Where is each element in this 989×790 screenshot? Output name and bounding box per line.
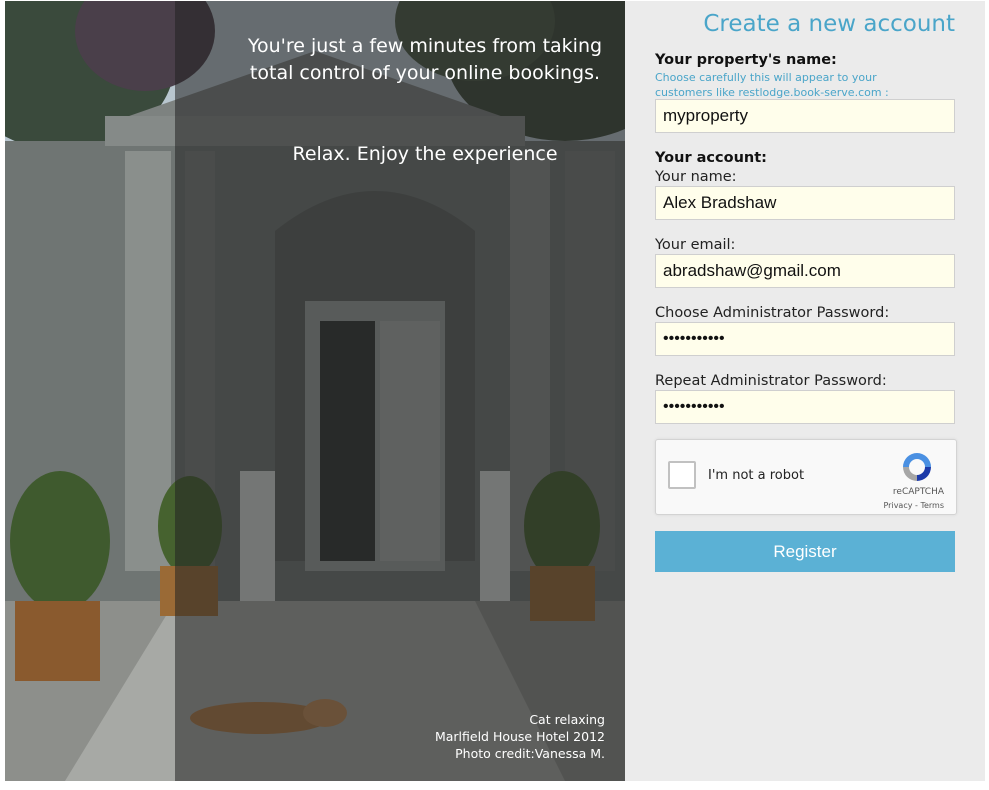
credit-line: Marlfield House Hotel 2012 bbox=[434, 729, 605, 744]
recaptcha-label: I'm not a robot bbox=[708, 468, 805, 483]
recaptcha-icon bbox=[903, 453, 931, 481]
property-name-input[interactable] bbox=[655, 99, 955, 133]
credit-line: Photo credit:Vanessa M. bbox=[455, 746, 605, 761]
property-name-hint: Choose carefully this will appear to you… bbox=[655, 71, 889, 99]
repeat-password-label: Repeat Administrator Password: bbox=[655, 373, 887, 389]
register-button[interactable]: Register bbox=[655, 531, 955, 572]
photo-overlay bbox=[175, 1, 625, 781]
name-input[interactable] bbox=[655, 186, 955, 220]
email-label: Your email: bbox=[655, 237, 736, 253]
hero-subtagline: Relax. Enjoy the experience bbox=[292, 143, 558, 165]
recaptcha-checkbox[interactable] bbox=[668, 461, 696, 489]
recaptcha-links[interactable]: Privacy - Terms bbox=[884, 501, 945, 510]
email-input[interactable] bbox=[655, 254, 955, 288]
hero-tagline: You're just a few minutes from taking to… bbox=[247, 35, 603, 84]
name-label: Your name: bbox=[655, 169, 737, 185]
photo-credit: Cat relaxing Marlfield House Hotel 2012 … bbox=[435, 711, 605, 762]
password-label: Choose Administrator Password: bbox=[655, 305, 890, 321]
repeat-password-input[interactable] bbox=[655, 390, 955, 424]
property-name-label: Your property's name: bbox=[655, 52, 837, 68]
account-heading: Your account: bbox=[655, 150, 767, 166]
hero-photo: You're just a few minutes from taking to… bbox=[5, 1, 625, 781]
recaptcha-brand: reCAPTCHA bbox=[892, 487, 944, 497]
signup-form: Create a new account Your property's nam… bbox=[625, 1, 985, 781]
signup-page: You're just a few minutes from taking to… bbox=[0, 0, 989, 790]
recaptcha-widget: I'm not a robot reCAPTCHA Privacy - Term… bbox=[655, 439, 957, 515]
form-title: Create a new account bbox=[703, 11, 955, 37]
credit-line: Cat relaxing bbox=[529, 712, 605, 727]
password-input[interactable] bbox=[655, 322, 955, 356]
